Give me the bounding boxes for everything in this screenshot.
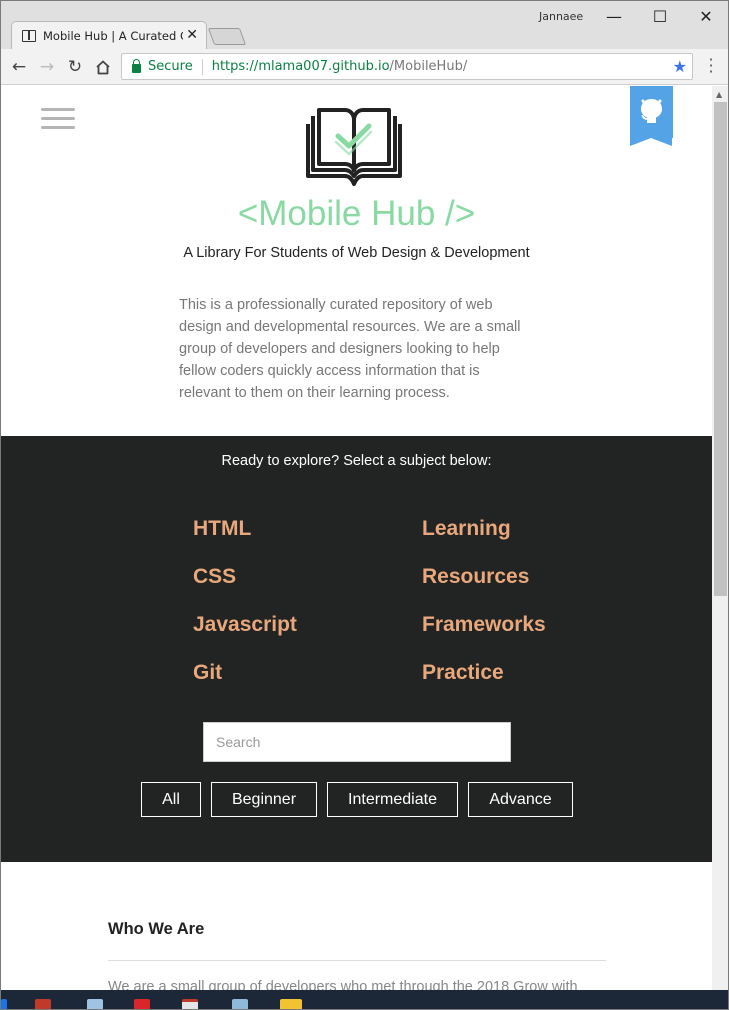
who-we-are-heading: Who We Are bbox=[108, 920, 205, 938]
subject-link-resources[interactable]: Resources bbox=[422, 565, 529, 589]
scroll-up-arrow-icon[interactable]: ▲ bbox=[716, 90, 722, 99]
tab-title: Mobile Hub | A Curated C bbox=[43, 28, 183, 43]
url-host: mlama007.github.io bbox=[258, 59, 390, 74]
subject-link-html[interactable]: HTML bbox=[193, 517, 251, 541]
browser-toolbar: ← → ↻ Secure https:// mlama007.github.io… bbox=[1, 49, 728, 85]
back-arrow-icon[interactable]: ← bbox=[7, 55, 31, 79]
scrollbar-thumb[interactable] bbox=[714, 102, 727, 596]
profile-name[interactable]: Jannaee bbox=[539, 10, 583, 23]
omnibox-divider bbox=[201, 58, 203, 75]
open-book-check-icon bbox=[306, 108, 402, 186]
search-input[interactable] bbox=[203, 722, 511, 762]
paint-app-icon[interactable] bbox=[35, 999, 51, 1009]
clock-app-icon[interactable] bbox=[182, 999, 198, 1009]
page-viewport: <Mobile Hub /> A Library For Students of… bbox=[1, 86, 712, 990]
minimize-button[interactable]: — bbox=[591, 1, 637, 31]
secure-label: Secure bbox=[148, 59, 193, 74]
github-octocat-icon bbox=[641, 99, 662, 123]
title-bar: Jannaee — ☐ ✕ Mobile Hub | A Curated C ✕ bbox=[1, 1, 728, 49]
filter-intermediate-button[interactable]: Intermediate bbox=[327, 782, 458, 817]
explore-prompt: Ready to explore? Select a subject below… bbox=[221, 453, 492, 469]
url-scheme: https:// bbox=[211, 59, 259, 74]
maximize-button[interactable]: ☐ bbox=[637, 1, 683, 31]
explore-section: Ready to explore? Select a subject below… bbox=[1, 436, 712, 862]
github-ribbon[interactable] bbox=[630, 86, 673, 146]
file-explorer-icon[interactable] bbox=[280, 999, 302, 1009]
new-tab-button[interactable] bbox=[207, 28, 247, 45]
subject-link-learning[interactable]: Learning bbox=[422, 517, 511, 541]
lock-icon bbox=[132, 59, 141, 73]
subject-link-git[interactable]: Git bbox=[193, 661, 222, 685]
filter-beginner-button[interactable]: Beginner bbox=[211, 782, 317, 817]
browser-menu-icon[interactable]: · · · bbox=[701, 52, 721, 80]
page-scrollbar[interactable]: ▲ bbox=[712, 86, 728, 990]
filter-advance-button[interactable]: Advance bbox=[468, 782, 573, 817]
subject-link-frameworks[interactable]: Frameworks bbox=[422, 613, 546, 637]
section-divider bbox=[108, 960, 606, 961]
site-tagline: A Library For Students of Web Design & D… bbox=[183, 245, 530, 261]
subject-link-practice[interactable]: Practice bbox=[422, 661, 504, 685]
bookmark-star-icon[interactable]: ★ bbox=[673, 57, 687, 76]
book-favicon-icon bbox=[22, 29, 36, 42]
hamburger-icon[interactable] bbox=[41, 108, 75, 129]
close-window-button[interactable]: ✕ bbox=[683, 1, 728, 31]
network-app-icon[interactable] bbox=[232, 999, 248, 1009]
filezilla-app-icon[interactable] bbox=[134, 999, 150, 1009]
who-we-are-text: We are a small group of developers who m… bbox=[108, 979, 578, 990]
start-edge-icon[interactable] bbox=[1, 999, 7, 1009]
subject-link-javascript[interactable]: Javascript bbox=[193, 613, 297, 637]
intro-paragraph: This is a professionally curated reposit… bbox=[179, 297, 521, 401]
address-bar[interactable]: Secure https:// mlama007.github.io /Mobi… bbox=[121, 53, 693, 80]
browser-tab[interactable]: Mobile Hub | A Curated C ✕ bbox=[11, 21, 207, 49]
url-path: /MobileHub/ bbox=[389, 59, 468, 74]
tab-close-icon[interactable]: ✕ bbox=[186, 27, 198, 43]
reload-icon[interactable]: ↻ bbox=[63, 55, 87, 79]
os-taskbar bbox=[1, 990, 728, 1009]
home-icon[interactable] bbox=[91, 55, 115, 79]
site-title: <Mobile Hub /> bbox=[237, 194, 476, 233]
browser-window: Jannaee — ☐ ✕ Mobile Hub | A Curated C ✕… bbox=[0, 0, 729, 1010]
subject-link-css[interactable]: CSS bbox=[193, 565, 236, 589]
filter-all-button[interactable]: All bbox=[141, 782, 201, 817]
forward-arrow-icon[interactable]: → bbox=[35, 55, 59, 79]
notes-app-icon[interactable] bbox=[87, 999, 103, 1009]
